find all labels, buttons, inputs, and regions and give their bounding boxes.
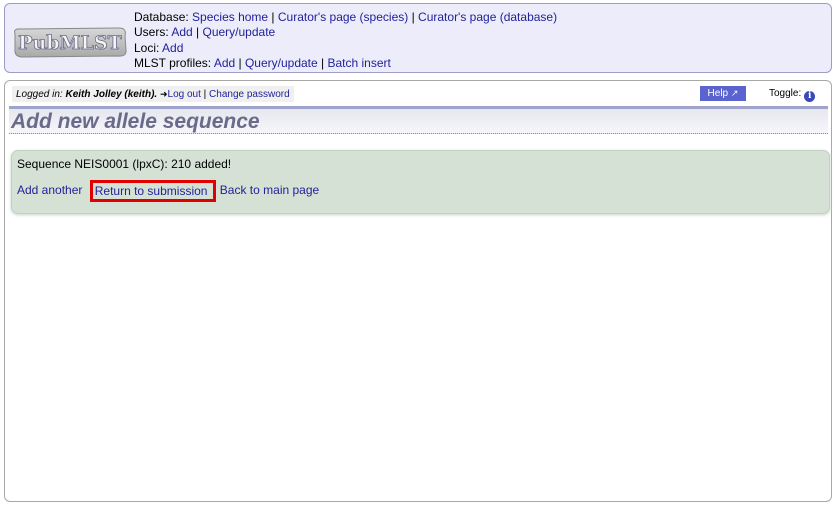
mlst-batch-link[interactable]: Batch insert: [327, 56, 390, 70]
user-name: Keith Jolley (keith).: [65, 89, 158, 100]
back-to-main-link[interactable]: Back to main page: [220, 183, 319, 197]
pubmlst-logo[interactable]: PubMLST: [11, 24, 129, 60]
loci-label: Loci:: [134, 40, 160, 55]
loci-line: Loci: Add: [134, 41, 557, 56]
change-password-link[interactable]: Change password: [209, 89, 290, 100]
curator-database-link[interactable]: Curator's page (database): [418, 10, 557, 24]
species-home-link[interactable]: Species home: [192, 10, 268, 24]
mlst-query-link[interactable]: Query/update: [245, 56, 318, 70]
mlst-label: MLST profiles:: [134, 55, 212, 70]
site-header: PubMLST Database: Species home | Curator…: [4, 3, 832, 73]
main-content: Logged in: Keith Jolley (keith). ➜Log ou…: [4, 80, 832, 502]
database-line: Database: Species home | Curator's page …: [134, 10, 558, 24]
toggle-control: Toggle: i: [769, 87, 816, 102]
help-label: Help: [707, 88, 729, 99]
title-bar: Add new allele sequence: [9, 106, 828, 134]
return-to-submission-link[interactable]: Return to submission: [95, 184, 208, 198]
logout-link[interactable]: Log out: [168, 89, 201, 100]
users-query-link[interactable]: Query/update: [203, 25, 276, 39]
top-bar: Logged in: Keith Jolley (keith). ➜Log ou…: [10, 84, 826, 103]
mlst-add-link[interactable]: Add: [214, 56, 235, 70]
external-link-icon: ↗: [730, 88, 739, 98]
users-line: Users: Add | Query/update: [134, 25, 276, 40]
users-label: Users:: [134, 25, 169, 40]
loci-add-link[interactable]: Add: [162, 41, 183, 55]
page-title: Add new allele sequence: [11, 110, 260, 133]
logged-in-label: Logged in:: [16, 89, 63, 100]
add-another-link[interactable]: Add another: [17, 183, 82, 197]
header-nav: Database: Species home | Curator's page …: [134, 10, 557, 71]
help-button[interactable]: Help ↗: [700, 86, 746, 101]
status-message: Sequence NEIS0001 (lpxC): 210 added!: [17, 157, 232, 171]
login-status: Logged in: Keith Jolley (keith). ➜Log ou…: [12, 86, 294, 102]
status-box: Sequence NEIS0001 (lpxC): 210 added! Add…: [11, 150, 830, 214]
toggle-label: Toggle:: [769, 88, 802, 99]
highlight-box: Return to submission: [89, 180, 217, 202]
info-icon[interactable]: i: [804, 91, 816, 102]
database-label: Database:: [134, 10, 189, 24]
logo-text: PubMLST: [18, 32, 122, 54]
status-links: Add another Return to submission Back to…: [17, 180, 323, 202]
users-add-link[interactable]: Add: [171, 25, 192, 39]
curator-species-link[interactable]: Curator's page (species): [278, 10, 408, 24]
logout-icon[interactable]: ➜: [160, 89, 168, 99]
mlst-line: MLST profiles: Add | Query/update | Batc…: [134, 55, 391, 70]
